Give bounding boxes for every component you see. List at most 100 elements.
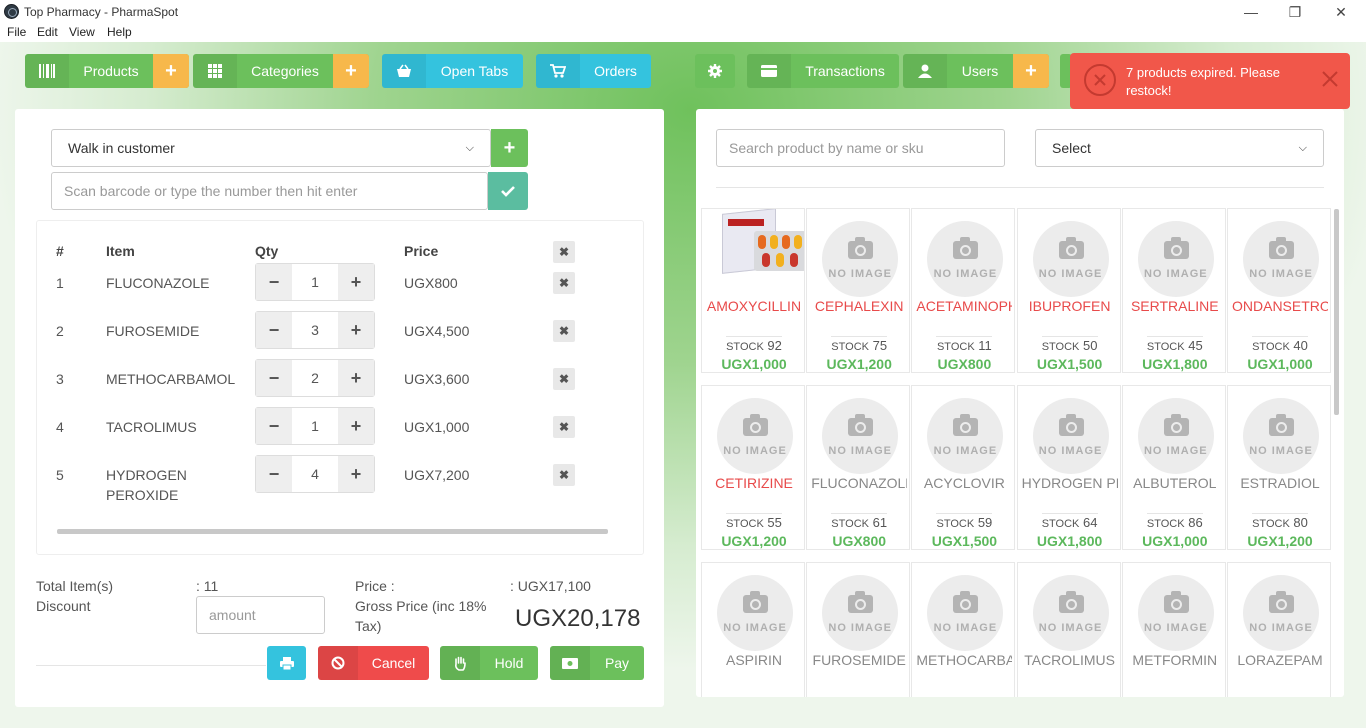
categories-button[interactable]: Categories + [193, 54, 369, 88]
product-name: FLUCONAZOLE [811, 475, 908, 491]
product-name: FUROSEMIDE [812, 652, 906, 668]
customer-select-value: Walk in customer [68, 140, 175, 156]
discount-label: Discount [36, 598, 91, 614]
product-card[interactable]: NO IMAGE IBUPROFEN STOCK 50 UGX1,500 [1016, 208, 1121, 373]
remove-item-button[interactable]: ✖ [553, 464, 575, 486]
quantity-value[interactable]: 4 [292, 456, 338, 492]
decrement-button[interactable]: − [256, 360, 292, 396]
product-price: UGX1,800 [1142, 356, 1208, 372]
cart-panel: Walk in customer ⌵ + Scan barcode or typ… [15, 109, 664, 707]
row-price: UGX7,200 [404, 467, 470, 483]
increment-button[interactable]: + [338, 456, 374, 492]
product-card[interactable]: NO IMAGE CETIRIZINE STOCK 55 UGX1,200 [701, 385, 805, 550]
barcode-input[interactable]: Scan barcode or type the number then hit… [51, 172, 488, 210]
quantity-value[interactable]: 2 [292, 360, 338, 396]
money-icon [550, 646, 590, 680]
product-card[interactable]: NO IMAGE HYDROGEN PEROXIDE STOCK 64 UGX1… [1016, 385, 1121, 550]
camera-icon [953, 414, 979, 436]
price-label: Price : [355, 578, 395, 594]
menu-help[interactable]: Help [107, 25, 132, 39]
increment-button[interactable]: + [338, 312, 374, 348]
product-card[interactable]: NO IMAGE LORAZEPAM [1227, 562, 1331, 697]
increment-button[interactable]: + [338, 360, 374, 396]
close-window-button[interactable]: ✕ [1326, 2, 1356, 22]
app-icon [4, 4, 19, 19]
menu-view[interactable]: View [69, 25, 95, 39]
stock-value: 55 [767, 515, 782, 530]
orders-button[interactable]: Orders [536, 54, 651, 88]
decrement-button[interactable]: − [256, 456, 292, 492]
camera-icon [743, 591, 768, 613]
pay-button[interactable]: Pay [550, 646, 644, 680]
remove-item-button[interactable]: ✖ [553, 368, 575, 390]
product-card[interactable]: NO IMAGE METHOCARBAMOL [911, 562, 1016, 697]
quantity-value[interactable]: 1 [292, 408, 338, 444]
product-card[interactable]: NO IMAGE FUROSEMIDE [806, 562, 911, 697]
quantity-value[interactable]: 1 [292, 264, 338, 300]
product-card[interactable]: NO IMAGE ASPIRIN [701, 562, 805, 697]
quantity-stepper: − 1 + [255, 263, 375, 301]
toast-close-icon[interactable] [1320, 69, 1342, 91]
product-card[interactable]: NO IMAGE TACROLIMUS [1016, 562, 1121, 697]
clear-cart-button[interactable]: ✖ [553, 241, 575, 263]
decrement-button[interactable]: − [256, 312, 292, 348]
decrement-button[interactable]: − [256, 408, 292, 444]
products-button[interactable]: Products + [25, 54, 189, 88]
no-image-placeholder: NO IMAGE [1243, 575, 1319, 651]
product-name: ALBUTEROL [1133, 475, 1217, 491]
transactions-button[interactable]: Transactions [747, 54, 899, 88]
decrement-button[interactable]: − [256, 264, 292, 300]
product-card[interactable]: NO IMAGE ALBUTEROL STOCK 86 UGX1,000 [1121, 385, 1226, 550]
no-image-label: NO IMAGE [1143, 622, 1208, 634]
window-title: Top Pharmacy - PharmaSpot [24, 5, 179, 19]
category-select[interactable]: Select ⌵ [1035, 129, 1324, 167]
remove-item-button[interactable]: ✖ [553, 320, 575, 342]
minimize-button[interactable]: — [1236, 2, 1266, 22]
increment-button[interactable]: + [338, 264, 374, 300]
product-card[interactable]: NO IMAGE METFORMIN [1121, 562, 1226, 697]
add-user-button[interactable]: + [1013, 54, 1049, 88]
product-card[interactable]: NO IMAGE ONDANSETRON STOCK 40 UGX1,000 [1227, 208, 1331, 373]
product-search-input[interactable]: Search product by name or sku [716, 129, 1005, 167]
menu-file[interactable]: File [7, 25, 26, 39]
increment-button[interactable]: + [338, 408, 374, 444]
product-card[interactable]: NO IMAGE ACETAMINOPHEN STOCK 11 UGX800 [911, 208, 1016, 373]
stock-label: STOCK [936, 518, 975, 530]
total-items-label: Total Item(s) [36, 578, 114, 594]
discount-input[interactable]: amount [196, 596, 325, 634]
horizontal-scrollbar[interactable] [57, 529, 608, 534]
product-card[interactable]: NO IMAGE SERTRALINE STOCK 45 UGX1,800 [1121, 208, 1226, 373]
open-tabs-button[interactable]: Open Tabs [382, 54, 523, 88]
no-image-label: NO IMAGE [828, 268, 892, 280]
product-name: ACYCLOVIR [923, 475, 1005, 491]
print-button[interactable] [267, 646, 306, 680]
product-card[interactable]: AMOXYCILLIN STOCK 92 UGX1,000 [701, 208, 805, 373]
add-customer-button[interactable]: + [491, 129, 528, 167]
no-image-label: NO IMAGE [723, 445, 787, 457]
col-header-qty: Qty [255, 243, 279, 259]
product-card[interactable]: NO IMAGE ESTRADIOL STOCK 80 UGX1,200 [1227, 385, 1331, 550]
product-card[interactable]: NO IMAGE FLUCONAZOLE STOCK 61 UGX800 [806, 385, 911, 550]
camera-icon [1269, 414, 1294, 436]
remove-item-button[interactable]: ✖ [553, 416, 575, 438]
add-product-button[interactable]: + [153, 54, 189, 88]
barcode-submit-button[interactable] [488, 172, 528, 210]
product-stock: STOCK 40 [1228, 338, 1330, 353]
remove-item-button[interactable]: ✖ [553, 272, 575, 294]
quantity-value[interactable]: 3 [292, 312, 338, 348]
product-stock: STOCK 45 [1123, 338, 1225, 353]
no-image-placeholder: NO IMAGE [1243, 221, 1319, 297]
cancel-button[interactable]: Cancel [318, 646, 429, 680]
settings-button[interactable] [695, 54, 735, 88]
restore-button[interactable]: ❐ [1280, 2, 1310, 22]
users-button[interactable]: Users + [903, 54, 1049, 88]
product-card[interactable]: NO IMAGE CEPHALEXIN STOCK 75 UGX1,200 [806, 208, 911, 373]
menu-edit[interactable]: Edit [37, 25, 58, 39]
add-category-button[interactable]: + [333, 54, 369, 88]
customer-select[interactable]: Walk in customer ⌵ [51, 129, 491, 167]
camera-icon [953, 237, 979, 259]
stock-label: STOCK [936, 341, 975, 353]
product-card[interactable]: NO IMAGE ACYCLOVIR STOCK 59 UGX1,500 [911, 385, 1016, 550]
hold-button[interactable]: Hold [440, 646, 538, 680]
vertical-scrollbar[interactable] [1334, 209, 1339, 415]
